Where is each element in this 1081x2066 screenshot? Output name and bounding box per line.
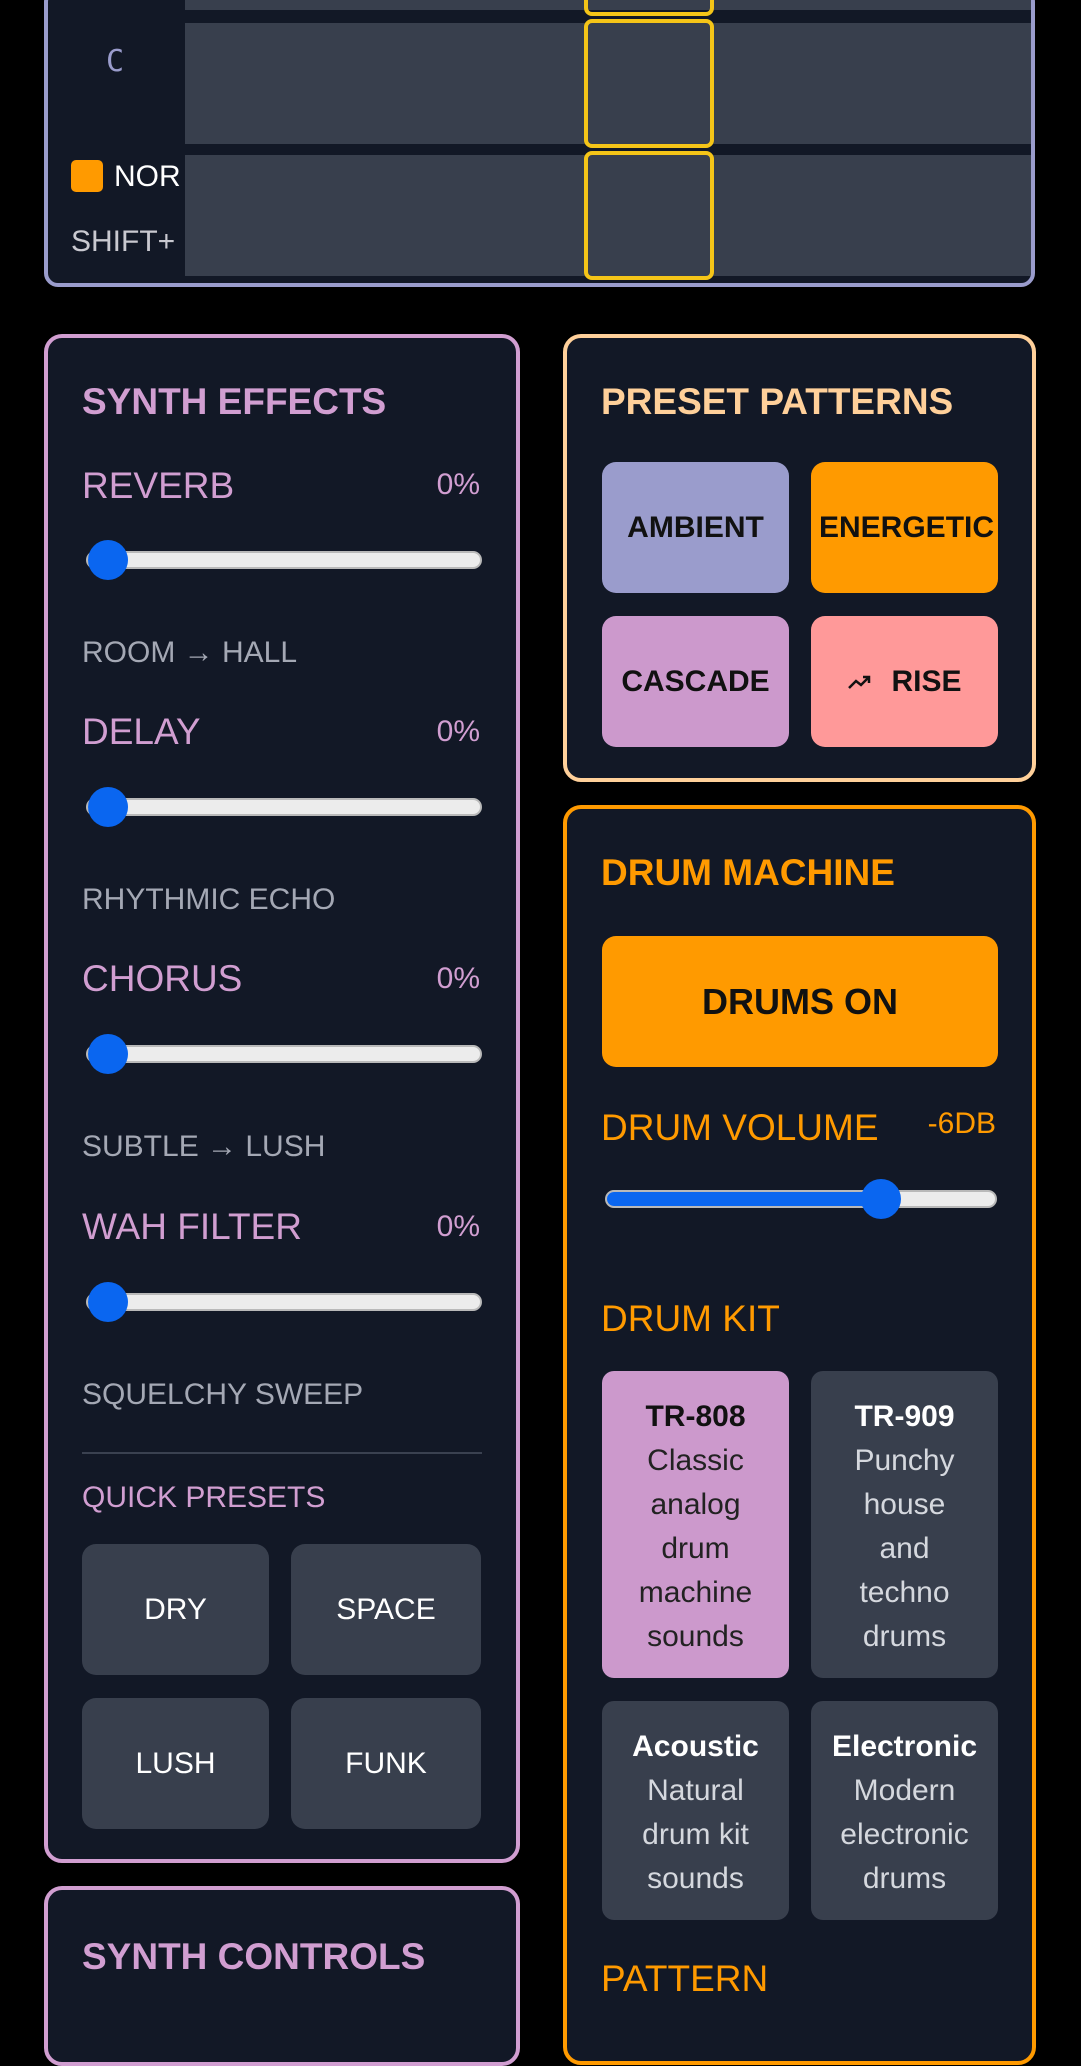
synth-controls-panel: SYNTH CONTROLS — [44, 1886, 520, 2066]
reverb-slider-thumb[interactable] — [88, 540, 128, 580]
delay-label: DELAY — [82, 711, 201, 752]
synth-controls-title: SYNTH CONTROLS — [82, 1936, 426, 1977]
kit-acoustic-name: Acoustic — [632, 1730, 759, 1763]
drum-volume-slider[interactable] — [605, 1179, 997, 1219]
delay-value: 0% — [436, 715, 480, 748]
chorus-label: CHORUS — [82, 958, 243, 999]
sequencer-step-highlight — [584, 19, 714, 148]
quick-presets-title: QUICK PRESETS — [82, 1481, 326, 1514]
delay-slider[interactable] — [86, 787, 482, 827]
preset-funk-button[interactable]: FUNK — [291, 1698, 481, 1829]
preset-patterns-title: PRESET PATTERNS — [601, 381, 954, 422]
sequencer-step-highlight — [584, 0, 714, 16]
pattern-rise-button[interactable]: RISE — [811, 616, 998, 747]
synth-effects-title: SYNTH EFFECTS — [82, 381, 387, 422]
kit-tr909-button[interactable]: TR-909 Punchy house and techno drums — [811, 1371, 998, 1678]
kit-tr909-desc: Punchy house and techno drums — [854, 1444, 955, 1653]
drum-machine-panel: DRUM MACHINE DRUMS ON DRUM VOLUME -6DB D… — [563, 805, 1036, 2065]
reverb-value: 0% — [436, 468, 480, 501]
kit-tr808-name: TR-808 — [645, 1400, 746, 1433]
sequencer-step-highlight — [584, 151, 714, 280]
kit-electronic-name: Electronic — [831, 1730, 978, 1763]
preset-patterns-panel: PRESET PATTERNS AMBIENT ENERGETIC CASCAD… — [563, 334, 1036, 782]
chorus-slider[interactable] — [86, 1034, 482, 1074]
pattern-cascade-button[interactable]: CASCADE — [602, 616, 789, 747]
drum-volume-slider-thumb[interactable] — [861, 1179, 902, 1219]
preset-space-button[interactable]: SPACE — [291, 1544, 481, 1675]
kit-tr909-name: TR-909 — [854, 1400, 955, 1433]
reverb-description: ROOM → HALL — [82, 636, 298, 669]
shift-hint: SHIFT+ — [71, 225, 176, 258]
wah-filter-value: 0% — [436, 1210, 480, 1243]
preset-lush-button[interactable]: LUSH — [82, 1698, 269, 1829]
wah-filter-label: WAH FILTER — [82, 1206, 302, 1247]
kit-acoustic-button[interactable]: Acoustic Natural drum kit sounds — [602, 1701, 789, 1920]
delay-description: RHYTHMIC ECHO — [82, 883, 336, 916]
preset-dry-button[interactable]: DRY — [82, 1544, 269, 1675]
pattern-ambient-button[interactable]: AMBIENT — [602, 462, 789, 593]
reverb-slider[interactable] — [86, 540, 482, 580]
kit-tr808-desc: Classic analog drum machine sounds — [638, 1444, 753, 1653]
pattern-rise-label: RISE — [891, 664, 962, 698]
trend-up-icon — [848, 675, 871, 689]
drum-kit-title: DRUM KIT — [601, 1298, 780, 1339]
kit-acoustic-desc: Natural drum kit sounds — [642, 1774, 749, 1895]
wah-filter-slider-thumb[interactable] — [88, 1282, 128, 1322]
drum-volume-value: -6DB — [927, 1107, 996, 1140]
synth-effects-panel: SYNTH EFFECTS REVERB 0% ROOM → HALL DELA… — [44, 334, 520, 1863]
pattern-title: PATTERN — [601, 1958, 769, 1999]
drum-volume-label: DRUM VOLUME — [601, 1107, 879, 1148]
mode-label: NOR — [114, 160, 181, 193]
chorus-slider-thumb[interactable] — [88, 1034, 128, 1074]
chorus-description: SUBTLE → LUSH — [82, 1130, 326, 1163]
pattern-energetic-button[interactable]: ENERGETIC — [811, 462, 998, 593]
wah-filter-slider[interactable] — [86, 1282, 482, 1322]
reverb-label: REVERB — [82, 465, 235, 506]
kit-electronic-desc: Modern electronic drums — [840, 1774, 969, 1895]
chorus-value: 0% — [436, 962, 480, 995]
mode-color-swatch — [71, 160, 103, 192]
drums-toggle-button[interactable]: DRUMS ON — [602, 936, 998, 1067]
sequencer-panel: C NOR SHIFT+ — [44, 0, 1035, 287]
drum-machine-title: DRUM MACHINE — [601, 852, 895, 893]
kit-tr808-button[interactable]: TR-808 Classic analog drum machine sound… — [602, 1371, 789, 1678]
kit-electronic-button[interactable]: Electronic Modern electronic drums — [811, 1701, 998, 1920]
note-label: C — [106, 44, 125, 79]
wah-filter-description: SQUELCHY SWEEP — [82, 1378, 364, 1411]
section-divider — [82, 1452, 482, 1454]
delay-slider-thumb[interactable] — [88, 787, 128, 827]
